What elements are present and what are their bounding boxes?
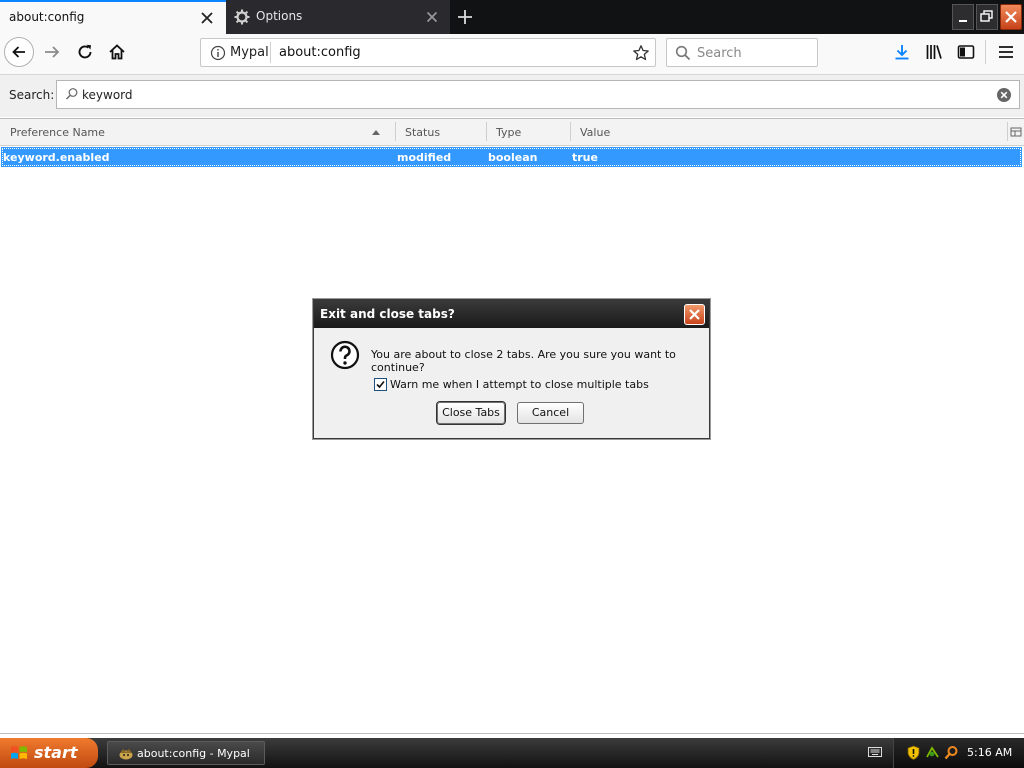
minimize-icon bbox=[959, 20, 967, 22]
clear-search-icon[interactable] bbox=[996, 87, 1012, 103]
close-icon bbox=[1005, 11, 1017, 23]
url-bar[interactable]: Mypal about:config bbox=[200, 38, 656, 67]
dialog-titlebar[interactable]: Exit and close tabs? bbox=[314, 300, 709, 328]
warn-close-multiple-checkbox[interactable] bbox=[374, 378, 387, 391]
bookmark-star-icon[interactable] bbox=[632, 44, 650, 62]
config-search-input[interactable]: keyword bbox=[56, 80, 1020, 109]
pref-type-cell: boolean bbox=[488, 151, 538, 164]
url-text[interactable]: about:config bbox=[279, 45, 361, 60]
library-icon[interactable] bbox=[924, 42, 944, 62]
taskbar: start about:config - Mypal 5:16 AM bbox=[0, 738, 1024, 768]
column-divider bbox=[1007, 122, 1008, 141]
download-icon[interactable] bbox=[892, 42, 912, 62]
dialog-title: Exit and close tabs? bbox=[320, 307, 455, 321]
restore-button[interactable] bbox=[976, 4, 998, 30]
restore-icon bbox=[980, 10, 993, 22]
column-divider[interactable] bbox=[395, 122, 396, 141]
dialog-body: You are about to close 2 tabs. Are you s… bbox=[314, 328, 709, 438]
question-icon bbox=[330, 340, 360, 370]
search-icon[interactable] bbox=[944, 745, 959, 760]
gear-icon bbox=[234, 9, 250, 25]
toolbar-separator bbox=[985, 40, 986, 64]
start-label: start bbox=[34, 743, 78, 762]
close-tabs-dialog: Exit and close tabs? You are about to cl… bbox=[313, 299, 710, 439]
forward-arrow-icon[interactable] bbox=[42, 42, 62, 62]
info-icon[interactable] bbox=[210, 45, 226, 61]
start-button[interactable]: start bbox=[0, 738, 98, 768]
table-header: Preference Name Status Type Value bbox=[0, 119, 1024, 146]
tab-title: about:config bbox=[9, 10, 85, 24]
tab-title: Options bbox=[256, 9, 303, 23]
close-icon bbox=[689, 309, 700, 320]
column-header-type[interactable]: Type bbox=[496, 126, 521, 139]
dialog-message: You are about to close 2 tabs. Are you s… bbox=[371, 348, 676, 374]
checkmark-icon bbox=[376, 380, 385, 389]
window-close-button[interactable] bbox=[1000, 4, 1022, 30]
search-placeholder: Search bbox=[697, 46, 742, 61]
search-icon bbox=[675, 45, 691, 61]
column-divider[interactable] bbox=[486, 122, 487, 141]
column-header-preference-name[interactable]: Preference Name bbox=[10, 126, 105, 139]
tab-options[interactable]: Options bbox=[226, 0, 450, 34]
table-row[interactable]: keyword.enabled modified boolean true bbox=[1, 147, 1022, 167]
column-header-value[interactable]: Value bbox=[580, 126, 610, 139]
column-picker-icon[interactable] bbox=[1010, 126, 1022, 138]
new-tab-icon[interactable] bbox=[454, 6, 476, 28]
minimize-button[interactable] bbox=[952, 4, 974, 30]
taskbar-window-label: about:config - Mypal bbox=[137, 747, 250, 760]
config-search-row: Search: keyword bbox=[0, 75, 1024, 117]
site-identity-label: Mypal bbox=[230, 45, 269, 60]
mypal-app-icon bbox=[119, 749, 133, 760]
back-arrow-icon bbox=[12, 46, 25, 58]
column-header-status[interactable]: Status bbox=[405, 126, 440, 139]
tab-about-config[interactable]: about:config bbox=[0, 0, 226, 34]
keyboard-icon[interactable] bbox=[868, 746, 882, 758]
network-icon[interactable] bbox=[925, 745, 940, 760]
search-icon bbox=[66, 88, 78, 100]
sidebar-icon[interactable] bbox=[956, 42, 976, 62]
column-divider[interactable] bbox=[570, 122, 571, 141]
home-icon[interactable] bbox=[107, 42, 127, 62]
close-tab-icon[interactable] bbox=[424, 9, 440, 25]
pref-name-cell: keyword.enabled bbox=[3, 151, 110, 164]
sort-ascending-icon bbox=[372, 130, 380, 135]
close-tab-icon[interactable] bbox=[199, 10, 215, 26]
pref-value-cell: true bbox=[572, 151, 598, 164]
tab-strip: about:config Options bbox=[0, 0, 1024, 34]
warn-checkbox-label[interactable]: Warn me when I attempt to close multiple… bbox=[390, 378, 649, 391]
close-tabs-button[interactable]: Close Tabs bbox=[437, 402, 505, 424]
dialog-close-button[interactable] bbox=[684, 304, 705, 325]
config-search-label: Search: bbox=[9, 88, 55, 102]
back-button[interactable] bbox=[4, 37, 34, 67]
search-bar[interactable]: Search bbox=[666, 38, 818, 67]
taskbar-window-button[interactable]: about:config - Mypal bbox=[107, 741, 265, 765]
reload-icon[interactable] bbox=[75, 42, 95, 62]
cancel-button[interactable]: Cancel bbox=[517, 402, 584, 424]
security-shield-icon[interactable] bbox=[906, 745, 921, 760]
taskbar-clock: 5:16 AM bbox=[967, 746, 1013, 759]
navigation-toolbar: Mypal about:config Search bbox=[0, 34, 1024, 75]
config-search-value: keyword bbox=[82, 88, 133, 102]
hamburger-menu-icon[interactable] bbox=[996, 42, 1016, 62]
system-tray: 5:16 AM bbox=[893, 738, 1024, 768]
url-separator bbox=[270, 42, 271, 63]
pref-status-cell: modified bbox=[397, 151, 452, 164]
windows-logo-icon bbox=[11, 746, 27, 759]
